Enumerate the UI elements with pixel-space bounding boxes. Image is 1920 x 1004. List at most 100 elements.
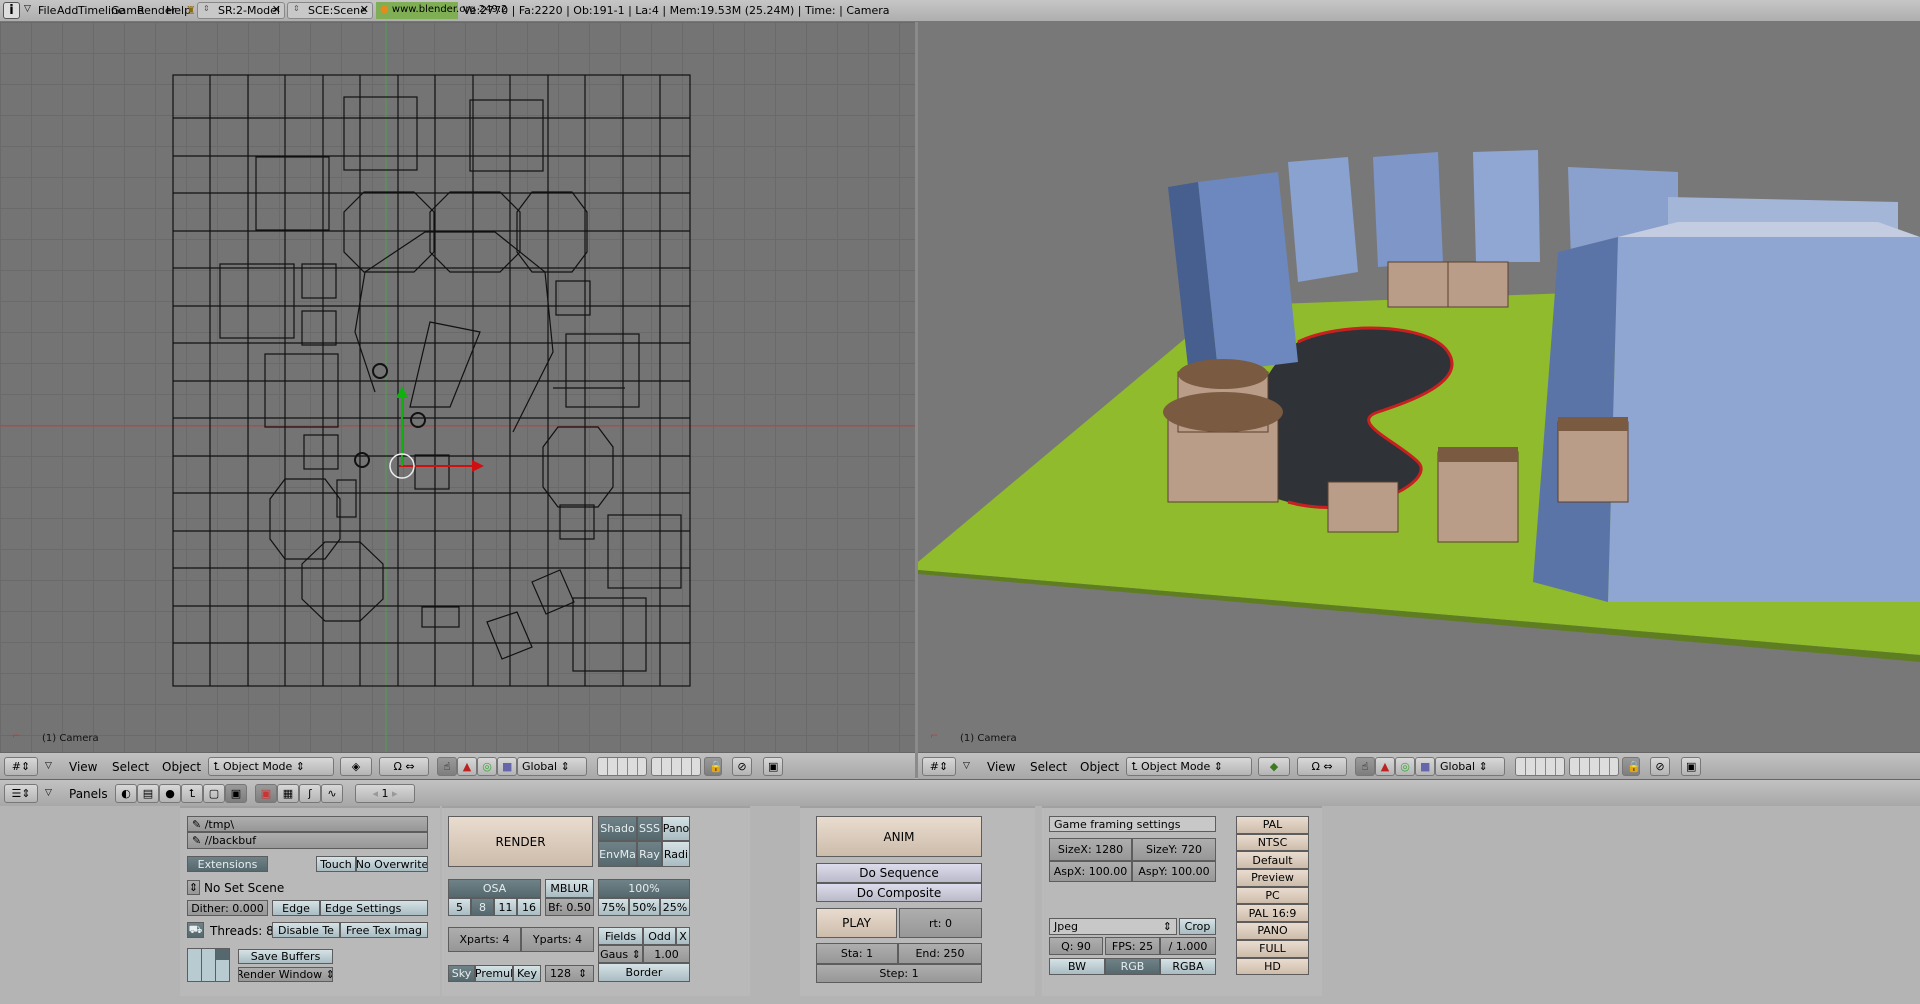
osa-5[interactable]: 5	[448, 898, 471, 916]
preset-pal-16-9[interactable]: PAL 16:9	[1236, 904, 1309, 923]
xparts-field[interactable]: Xparts: 4	[448, 927, 521, 952]
preset-hd[interactable]: HD	[1236, 957, 1309, 976]
scene-selector[interactable]: ⇕ SCE:Scene ✕	[287, 2, 373, 19]
object-context-icon[interactable]: ⮤	[181, 784, 203, 803]
edge-settings-button[interactable]: Edge Settings	[320, 900, 428, 916]
size-y-field[interactable]: SizeY: 720	[1132, 838, 1216, 861]
translate-icon[interactable]: ▲	[1375, 757, 1395, 776]
shading-context-icon[interactable]: ●	[159, 784, 181, 803]
mode-selector[interactable]: ⮤ Object Mode ⇕	[208, 757, 334, 776]
orientation-selector[interactable]: Global ⇕	[517, 757, 587, 776]
filter-type-selector[interactable]: Gaus ⇕	[598, 945, 643, 963]
crop-toggle[interactable]: Crop	[1179, 918, 1216, 935]
lock-icon[interactable]: 🔒	[1622, 757, 1641, 776]
preset-pc[interactable]: PC	[1236, 886, 1309, 905]
world-buttons-icon[interactable]: ∿	[321, 784, 343, 803]
collapse-triangle-icon[interactable]: ▽	[963, 761, 970, 771]
scale-icon[interactable]: ■	[1415, 757, 1435, 776]
draw-type-button[interactable]: ◆	[1258, 757, 1290, 776]
info-editor-icon[interactable]: i	[3, 2, 20, 19]
free-tex-images-toggle[interactable]: Free Tex Imag	[340, 922, 428, 938]
size-50[interactable]: 50%	[629, 898, 660, 916]
collapse-triangle-icon[interactable]: ▽	[24, 4, 31, 14]
shadow-toggle[interactable]: Shado	[598, 816, 637, 841]
folder-icon[interactable]: ✎	[192, 818, 201, 831]
layer-buttons-1[interactable]	[1515, 757, 1565, 776]
osa-toggle[interactable]: OSA	[448, 879, 541, 898]
dither-field[interactable]: Dither: 0.000	[187, 900, 268, 916]
orientation-selector[interactable]: Global ⇕	[1435, 757, 1505, 776]
manipulator-hand-icon[interactable]: ☝	[1355, 757, 1375, 776]
render-preview-icon[interactable]: ▣	[1681, 757, 1701, 776]
osa-16[interactable]: 16	[517, 898, 541, 916]
do-composite-toggle[interactable]: Do Composite	[816, 883, 982, 902]
edge-toggle[interactable]: Edge	[272, 900, 320, 916]
end-frame-field[interactable]: End: 250	[898, 943, 982, 964]
menu-select[interactable]: Select	[1030, 760, 1067, 774]
quality-field[interactable]: Q: 90	[1049, 937, 1103, 955]
preset-pano[interactable]: PANO	[1236, 922, 1309, 940]
menu-object[interactable]: Object	[1080, 760, 1119, 774]
layer-buttons-2[interactable]	[1569, 757, 1619, 776]
frame-number-field[interactable]: ◂ 1 ▸	[355, 784, 415, 803]
radiosity-toggle[interactable]: Radi	[662, 841, 690, 867]
touch-toggle[interactable]: Touch	[316, 856, 356, 872]
threads-toggle-icon[interactable]: ⛟	[187, 922, 204, 938]
anim-buttons-icon[interactable]: ▦	[277, 784, 299, 803]
save-buffers-toggle[interactable]: Save Buffers	[238, 949, 333, 964]
premul-toggle[interactable]: Premul	[475, 965, 513, 982]
rgba-toggle[interactable]: RGBA	[1160, 958, 1216, 975]
pivot-button[interactable]: Ω ⇔	[1297, 757, 1347, 776]
x-toggle[interactable]: X	[676, 927, 690, 945]
border-toggle[interactable]: Border	[598, 963, 690, 982]
backbuf-path-field[interactable]: ✎ //backbuf	[187, 832, 428, 849]
screen-selector[interactable]: ⇕ SR:2-Model ✕	[197, 2, 285, 19]
render-window-selector[interactable]: Render Window ⇕	[238, 967, 333, 982]
key-toggle[interactable]: Key	[513, 965, 541, 982]
envmap-toggle[interactable]: EnvMa	[598, 841, 637, 867]
fps-field[interactable]: FPS: 25	[1105, 937, 1160, 955]
ray-toggle[interactable]: Ray	[637, 841, 662, 867]
menu-file[interactable]: File	[38, 4, 56, 17]
menu-object[interactable]: Object	[162, 760, 201, 774]
yparts-field[interactable]: Yparts: 4	[521, 927, 594, 952]
viewport-top[interactable]: ⌐ (1) Camera	[0, 22, 915, 752]
folder-icon[interactable]: ✎	[192, 834, 201, 847]
play-button[interactable]: PLAY	[816, 908, 897, 938]
blur-factor-field[interactable]: Bf: 0.50	[545, 898, 594, 916]
do-sequence-toggle[interactable]: Do Sequence	[816, 863, 982, 883]
close-icon[interactable]: ✕	[360, 3, 369, 16]
filter-size-field[interactable]: 1.00	[643, 945, 690, 963]
editing-context-icon[interactable]: ▢	[203, 784, 225, 803]
editor-type-buttons-icon[interactable]: ☰⇕	[4, 784, 38, 803]
close-icon[interactable]: ✕	[272, 3, 281, 16]
osa-11[interactable]: 11	[494, 898, 517, 916]
preset-full[interactable]: FULL	[1236, 939, 1309, 958]
pivot-button[interactable]: Ω ⇔	[379, 757, 429, 776]
osa-8[interactable]: 8	[471, 898, 494, 916]
file-type-selector[interactable]: Jpeg ⇕	[1049, 918, 1177, 935]
link-icon[interactable]: ⊘	[1650, 757, 1670, 776]
mode-selector[interactable]: ⮤ Object Mode ⇕	[1126, 757, 1252, 776]
bw-toggle[interactable]: BW	[1049, 958, 1105, 975]
pano-toggle[interactable]: Pano	[662, 816, 690, 841]
fields-toggle[interactable]: Fields	[598, 927, 643, 945]
start-frame-field[interactable]: Sta: 1	[816, 943, 898, 964]
preset-preview[interactable]: Preview	[1236, 869, 1309, 887]
panels-menu[interactable]: Panels	[69, 787, 108, 801]
rotate-icon[interactable]: ◎	[477, 757, 497, 776]
collapse-triangle-icon[interactable]: ▽	[45, 788, 52, 798]
screen-name[interactable]: SR:2-Model	[218, 4, 280, 17]
extensions-toggle[interactable]: Extensions	[187, 856, 268, 872]
viewport-camera[interactable]: ⌐ (1) Camera	[918, 22, 1920, 752]
menu-select[interactable]: Select	[112, 760, 149, 774]
sss-toggle[interactable]: SSS	[637, 816, 662, 841]
menu-view[interactable]: View	[69, 760, 97, 774]
draw-type-button[interactable]: ◈	[340, 757, 372, 776]
size-75[interactable]: 75%	[598, 898, 629, 916]
output-path-field[interactable]: ✎ /tmp\	[187, 816, 428, 832]
translate-icon[interactable]: ▲	[457, 757, 477, 776]
script-context-icon[interactable]: ▤	[137, 784, 159, 803]
menu-view[interactable]: View	[987, 760, 1015, 774]
no-overwrite-toggle[interactable]: No Overwrite	[356, 856, 428, 872]
